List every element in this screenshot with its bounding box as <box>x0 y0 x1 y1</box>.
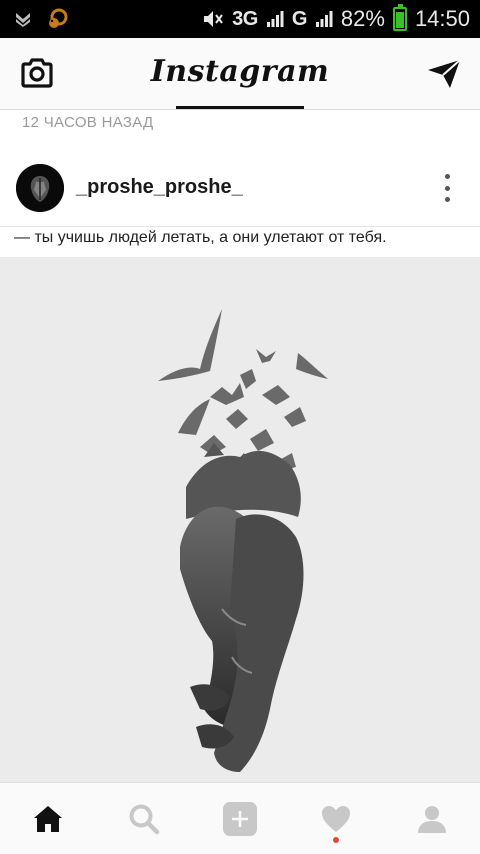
post-time-ago: 12 ЧАСОВ НАЗАД <box>22 114 154 131</box>
avatar-image <box>16 164 64 212</box>
battery-icon <box>392 4 407 31</box>
nav-activity[interactable] <box>316 799 356 843</box>
search-icon <box>129 804 160 835</box>
app-title: Instagram <box>150 54 330 89</box>
hands-birds-illustration <box>0 257 480 782</box>
post-image[interactable] <box>0 257 480 782</box>
profile-icon <box>418 806 446 833</box>
mute-icon <box>204 11 223 27</box>
status-bar: 3G G 82% 14:50 <box>0 0 480 38</box>
title-underline <box>176 106 304 109</box>
signal-g-label: G <box>291 7 308 30</box>
battery-percent: 82% <box>340 6 385 31</box>
caption-row: — ты учишь людей летать, а они улетают о… <box>0 226 480 256</box>
post-caption: — ты учишь людей летать, а они улетают о… <box>14 229 387 246</box>
nav-search[interactable] <box>124 799 164 839</box>
status-left <box>14 7 68 31</box>
nav-profile[interactable] <box>412 799 452 839</box>
activity-heart-icon <box>322 806 350 832</box>
status-right: 3G G 82% 14:50 <box>202 0 470 38</box>
avatar[interactable] <box>16 164 64 212</box>
nav-add[interactable] <box>220 799 260 839</box>
clock: 14:50 <box>414 6 470 31</box>
post-username[interactable]: _proshe_proshe_ <box>76 176 243 199</box>
notification-dot <box>333 837 339 843</box>
signal-icon <box>266 11 284 27</box>
send-icon[interactable] <box>426 58 462 90</box>
signal-3g-label: 3G <box>232 7 258 30</box>
bottom-nav <box>0 782 480 854</box>
add-icon <box>223 802 257 836</box>
home-icon <box>34 806 62 832</box>
app-header: Instagram <box>0 38 480 110</box>
squirrel-app-icon <box>49 8 68 28</box>
post-header: _proshe_proshe_ <box>0 156 480 220</box>
more-options-icon[interactable] <box>444 174 450 202</box>
signal-icon-2 <box>315 11 333 27</box>
notification-icon <box>16 13 30 27</box>
nav-home[interactable] <box>28 799 68 839</box>
